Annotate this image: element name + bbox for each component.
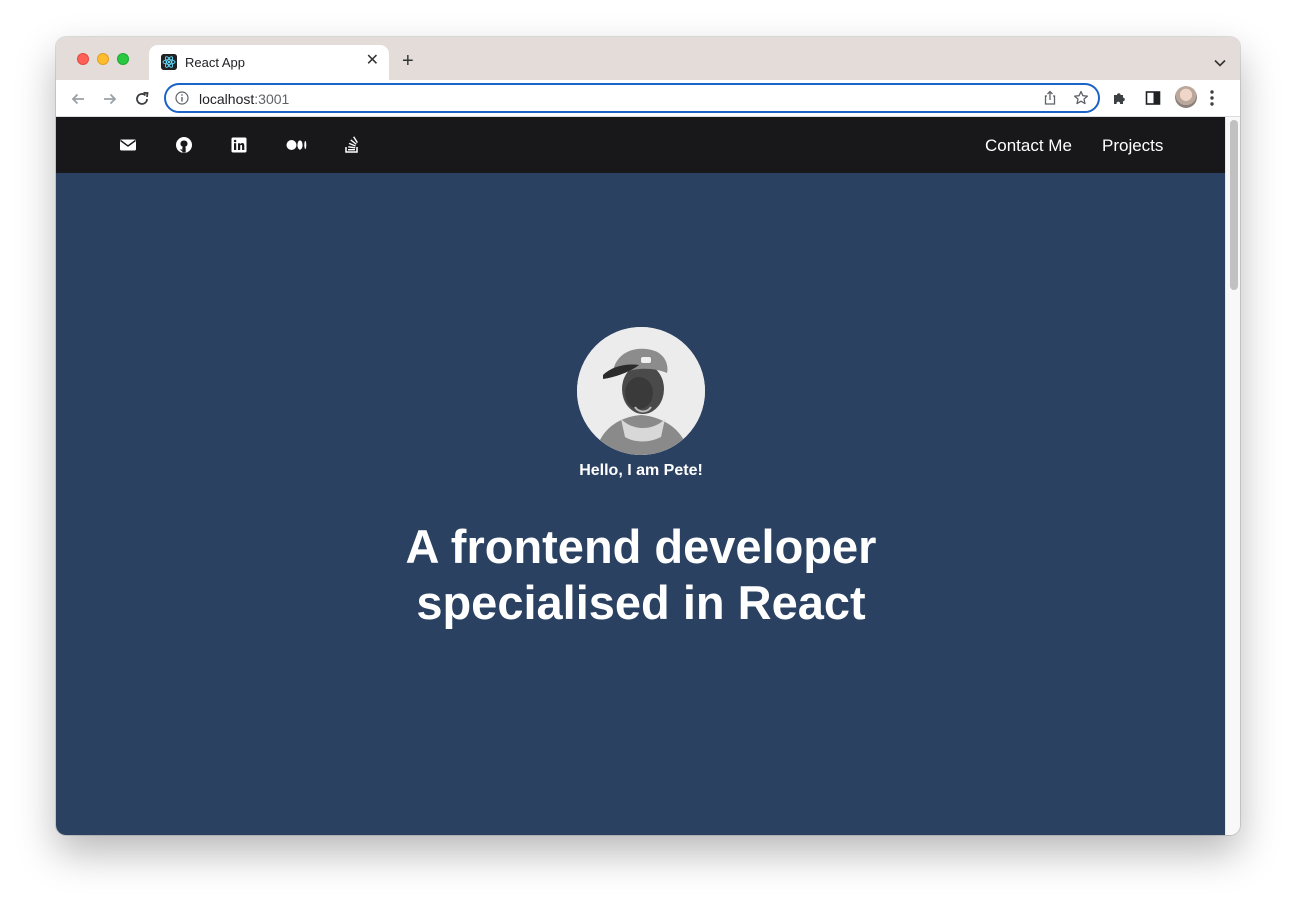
minimize-window-button[interactable] [97,53,109,65]
share-icon[interactable] [1042,90,1058,111]
url-host: localhost [199,91,255,107]
close-window-button[interactable] [77,53,89,65]
nav-link-contact[interactable]: Contact Me [985,136,1072,156]
side-panel-icon[interactable] [1145,90,1161,111]
reload-icon[interactable] [132,89,152,109]
react-favicon-icon [161,54,177,70]
forward-arrow-icon[interactable] [100,89,120,109]
new-tab-button[interactable]: + [402,51,414,71]
scrollbar-thumb[interactable] [1230,120,1238,290]
site-header: Contact Me Projects [56,117,1225,173]
bookmark-star-icon[interactable] [1073,90,1089,111]
hero-greeting: Hello, I am Pete! [579,462,703,479]
back-arrow-icon[interactable] [68,89,88,109]
address-bar[interactable]: localhost:3001 [164,83,1100,113]
profile-photo [577,327,705,455]
hero-headline-line-1: A frontend developer [405,520,877,573]
browser-window: React App ✕ + localhost:3001 Contact Me … [56,37,1240,835]
site-info-icon[interactable] [175,91,189,105]
hero-headline: A frontend developer specialised in Reac… [341,519,941,631]
hero-headline-line-2: specialised in React [416,576,866,629]
medium-icon[interactable] [286,136,308,154]
nav-link-projects[interactable]: Projects [1102,136,1163,156]
close-tab-icon[interactable]: ✕ [366,53,379,69]
extensions-puzzle-icon[interactable] [1112,90,1128,111]
page-viewport: Contact Me Projects Hello, I am Pete! A … [56,117,1225,835]
tab-title: React App [185,55,245,70]
stack-overflow-icon[interactable] [343,136,361,154]
browser-toolbar: localhost:3001 [56,80,1240,117]
url-text: localhost:3001 [199,91,289,107]
linkedin-icon[interactable] [230,136,248,154]
github-icon[interactable] [175,136,193,154]
chevron-down-icon[interactable] [1214,54,1226,72]
url-port: :3001 [254,91,290,107]
browser-tab-active[interactable]: React App ✕ [149,45,389,80]
profile-avatar[interactable] [1175,86,1197,108]
maximize-window-button[interactable] [117,53,129,65]
tab-strip: React App ✕ + [56,37,1240,80]
envelope-icon[interactable] [119,136,137,154]
page-scrollbar[interactable] [1225,117,1240,835]
browser-menu-icon[interactable] [1209,89,1215,112]
